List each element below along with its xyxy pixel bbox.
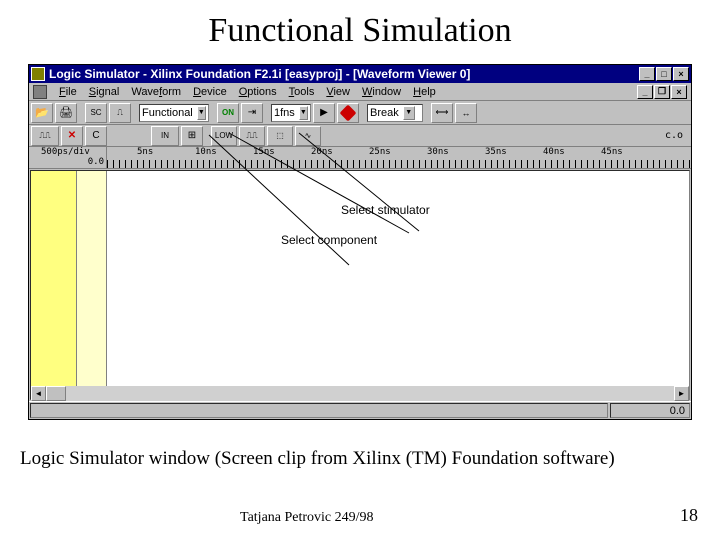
run-button[interactable]: ▶ xyxy=(313,103,335,123)
mode-value: Functional xyxy=(142,107,193,119)
time-start-label: 0.0 xyxy=(29,157,106,167)
chevron-down-icon: ▼ xyxy=(197,106,206,120)
marker-button[interactable]: ↔ xyxy=(455,103,477,123)
toggle-button[interactable]: ⊞ xyxy=(181,126,203,146)
ruler-ticks[interactable]: 5ns10ns15ns20ns25ns30ns35ns40ns45ns xyxy=(107,147,691,168)
mode-combo[interactable]: Functional ▼ xyxy=(139,104,209,122)
footer-author: Tatjana Petrovic 249/98 xyxy=(240,510,374,526)
script-button[interactable]: SC xyxy=(85,103,107,123)
main-toolbar: SC ⎍ Functional ▼ ON ⇥ 1fns ▼ ▶ Break ▼ … xyxy=(29,101,691,125)
bus-high-button[interactable]: ⎍⎍ xyxy=(239,126,265,146)
scroll-left-button[interactable]: ◄ xyxy=(31,386,46,401)
menu-bar: File Signal Waveform Device Options Tool… xyxy=(29,83,691,101)
window-title: Logic Simulator - Xilinx Foundation F2.1… xyxy=(49,67,638,81)
measure-button[interactable]: ⟷ xyxy=(431,103,453,123)
wave-button[interactable]: ∿ xyxy=(295,126,321,146)
mdi-minimize-button[interactable]: _ xyxy=(637,85,653,99)
signal-button[interactable]: ⎍⎍ xyxy=(31,126,59,146)
chevron-down-icon: ▼ xyxy=(299,106,308,120)
clock-button[interactable]: C xyxy=(85,126,107,146)
status-time: 0.0 xyxy=(610,403,690,418)
titlebar: Logic Simulator - Xilinx Foundation F2.1… xyxy=(29,65,691,83)
mdi-close-button[interactable]: × xyxy=(671,85,687,99)
status-bar: 0.0 xyxy=(29,401,691,419)
time-div-label: 500ps/div xyxy=(29,147,106,157)
scroll-right-button[interactable]: ► xyxy=(674,386,689,401)
annotation-select-component: Select component xyxy=(281,233,377,247)
scroll-track[interactable] xyxy=(46,386,674,401)
scroll-thumb[interactable] xyxy=(46,386,66,401)
signal-value-column[interactable] xyxy=(77,171,107,399)
mdi-restore-button[interactable]: ❐ xyxy=(654,85,670,99)
mdi-system-icon[interactable] xyxy=(33,85,47,99)
footer-page-number: 18 xyxy=(680,505,698,526)
step-value: 1fns xyxy=(274,107,295,119)
slide-title: Functional Simulation xyxy=(0,0,720,58)
slide-caption: Logic Simulator window (Screen clip from… xyxy=(20,448,615,470)
time-ruler: 500ps/div 0.0 5ns10ns15ns20ns25ns30ns35n… xyxy=(29,147,691,169)
step-button[interactable]: ⇥ xyxy=(241,103,263,123)
power-button[interactable]: ON xyxy=(217,103,239,123)
break-combo[interactable]: Break ▼ xyxy=(367,104,423,122)
bus-hex-button[interactable]: ⬚ xyxy=(267,126,293,146)
chevron-down-icon: ▼ xyxy=(403,106,415,120)
status-message xyxy=(30,403,608,418)
menu-tools[interactable]: Tools xyxy=(283,85,321,99)
secondary-toolbar: ⎍⎍ ✕ C IN ⊞ LOW ⎍⎍ ⬚ ∿ c.o xyxy=(29,125,691,147)
break-value: Break xyxy=(370,107,399,119)
menu-waveform[interactable]: Waveform xyxy=(125,85,187,99)
app-icon xyxy=(31,67,45,81)
menu-options[interactable]: Options xyxy=(233,85,283,99)
horizontal-scrollbar[interactable]: ◄ ► xyxy=(31,386,689,401)
close-button[interactable]: × xyxy=(673,67,689,81)
bus-low-button[interactable]: LOW xyxy=(211,126,237,146)
menu-window[interactable]: Window xyxy=(356,85,407,99)
stimulator-button[interactable]: ⎍ xyxy=(109,103,131,123)
logic-simulator-window: Logic Simulator - Xilinx Foundation F2.1… xyxy=(28,64,692,420)
annotation-select-stimulator: Select stimulator xyxy=(341,203,430,217)
maximize-button[interactable]: □ xyxy=(656,67,672,81)
menu-file[interactable]: File xyxy=(53,85,83,99)
position-readout: c.o xyxy=(665,130,689,141)
menu-help[interactable]: Help xyxy=(407,85,442,99)
open-button[interactable] xyxy=(31,103,53,123)
print-button[interactable] xyxy=(55,103,77,123)
step-combo[interactable]: 1fns ▼ xyxy=(271,104,311,122)
menu-signal[interactable]: Signal xyxy=(83,85,126,99)
waveform-area: Select stimulator Select component xyxy=(30,170,690,400)
minimize-button[interactable]: _ xyxy=(639,67,655,81)
menu-view[interactable]: View xyxy=(320,85,356,99)
zoom-in-button[interactable]: IN xyxy=(151,126,179,146)
delete-signal-button[interactable]: ✕ xyxy=(61,126,83,146)
menu-device[interactable]: Device xyxy=(187,85,233,99)
stop-icon xyxy=(340,104,357,121)
signal-name-column[interactable] xyxy=(31,171,77,399)
stop-button[interactable] xyxy=(337,103,359,123)
